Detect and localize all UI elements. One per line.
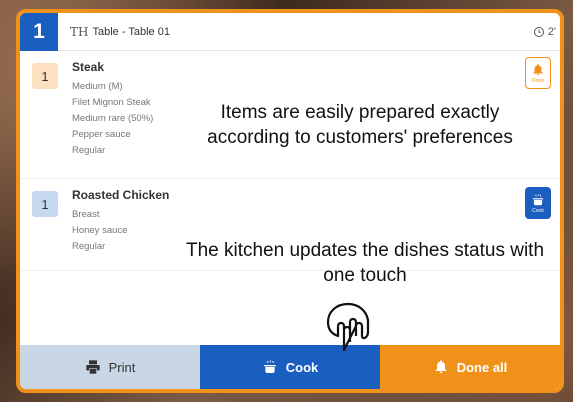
item-cook-button[interactable]: Cook [525, 187, 551, 219]
modifier: Medium rare (50%) [72, 113, 154, 124]
clock-icon [533, 26, 544, 37]
ticket-header: 1 TH Table - Table 01 2' [20, 13, 560, 51]
status-label: Cook [532, 207, 544, 214]
print-label: Print [108, 359, 136, 375]
table-label: Table - Table 01 [92, 25, 170, 38]
caption-preferences: Items are easily prepared exactly accord… [207, 102, 513, 148]
cook-label: Cook [285, 359, 319, 375]
modifier: Pepper sauce [72, 129, 131, 140]
dish-name: Roasted Chicken [72, 188, 170, 202]
status-label: Done [532, 77, 544, 84]
printer-icon [85, 360, 100, 374]
bell-icon [533, 63, 543, 75]
dish-name: Steak [72, 60, 105, 74]
done-all-button[interactable]: Done all [380, 345, 560, 389]
modifier-list: Breast Honey sauce Regular [72, 207, 127, 255]
done-all-label: Done all [456, 359, 508, 375]
elapsed-timer: 2' [533, 26, 556, 38]
table-icon: TH [70, 24, 89, 39]
ticket-footer: Print Cook Done all [20, 345, 560, 389]
pointing-hand-icon [326, 302, 370, 352]
order-number: 1 [20, 13, 58, 51]
cooking-pot-icon [532, 193, 544, 205]
bell-icon [435, 360, 447, 373]
modifier: Honey sauce [72, 225, 128, 236]
print-button[interactable]: Print [20, 345, 200, 389]
modifier: Regular [72, 241, 106, 252]
modifier: Filet Mignon Steak [72, 97, 151, 108]
cooking-pot-icon [263, 360, 276, 373]
item-quantity: 1 [32, 63, 58, 89]
order-ticket: 1 TH Table - Table 01 2' 1 Steak Medium … [16, 9, 564, 393]
modifier: Regular [72, 145, 106, 156]
timer-value: 2' [547, 25, 556, 38]
item-done-button[interactable]: Done [525, 57, 551, 89]
modifier: Medium (M) [72, 81, 123, 92]
modifier: Breast [72, 209, 100, 220]
modifier-list: Medium (M) Filet Mignon Steak Medium rar… [72, 79, 153, 159]
item-quantity: 1 [32, 191, 58, 217]
